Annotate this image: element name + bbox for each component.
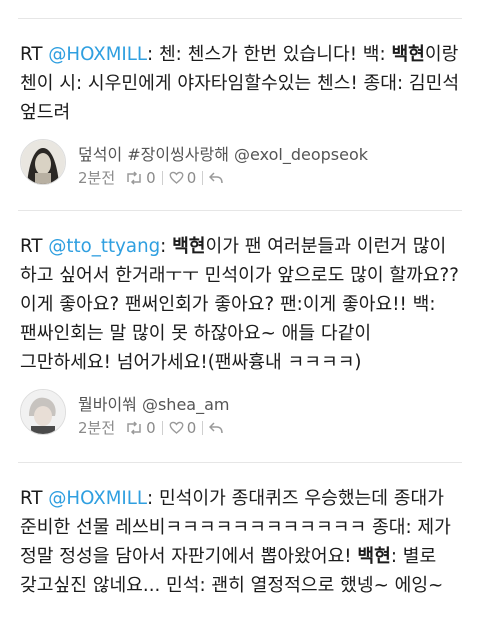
avatar[interactable] <box>20 139 66 185</box>
tweet-actions: 2분전 0 0 <box>78 167 232 188</box>
retweet-icon <box>127 420 141 435</box>
tweet-text: RT @HOXMILL: 첸: 첸스가 한번 있습니다! 백: 백현이랑 첸이 … <box>20 40 466 127</box>
retweet-count: 0 <box>146 418 156 437</box>
like-button[interactable]: 0 <box>169 418 197 437</box>
timeline-feed: RT @HOXMILL: 첸: 첸스가 한번 있습니다! 백: 백현이랑 첸이 … <box>0 0 480 636</box>
tweet-actions: 2분전 0 0 <box>78 417 232 438</box>
tweet-text: RT @HOXMILL: 민석이가 종대퀴즈 우승했는데 종대가 준비한 선물 … <box>20 484 466 600</box>
avatar[interactable] <box>20 389 66 435</box>
reply-icon <box>209 421 223 433</box>
tweet-text-part: : <box>160 236 173 257</box>
rt-label: RT <box>20 236 43 257</box>
retweet-button[interactable]: 0 <box>125 419 156 437</box>
divider <box>18 210 462 211</box>
tweet-item[interactable]: RT @tto_ttyang: 백현이가 팬 여러분들과 이런거 많이 하고 싶… <box>0 232 480 453</box>
like-button[interactable]: 0 <box>169 168 197 187</box>
bold-name: 백현 <box>391 44 425 65</box>
heart-icon <box>169 421 184 434</box>
retweet-button[interactable]: 0 <box>125 169 156 187</box>
mention-link[interactable]: @tto_ttyang <box>48 236 160 257</box>
bold-name: 백현 <box>357 546 391 567</box>
bold-name: 백현 <box>172 236 206 257</box>
tweet-text: RT @tto_ttyang: 백현이가 팬 여러분들과 이런거 많이 하고 싶… <box>20 232 466 377</box>
retweet-count: 0 <box>146 168 156 187</box>
separator <box>161 420 163 435</box>
rt-label: RT <box>20 488 43 509</box>
timestamp: 2분전 <box>78 169 116 187</box>
reply-button[interactable] <box>209 421 226 434</box>
tweet-text-part: : 첸: 첸스가 한번 있습니다! 백: <box>147 44 392 65</box>
like-count: 0 <box>186 168 197 187</box>
like-count: 0 <box>186 418 197 437</box>
mention-link[interactable]: @HOXMILL <box>48 488 147 509</box>
tweet-item[interactable]: RT @HOXMILL: 첸: 첸스가 한번 있습니다! 백: 백현이랑 첸이 … <box>0 40 480 203</box>
separator <box>202 170 204 185</box>
reply-icon <box>209 171 223 183</box>
retweet-icon <box>127 170 141 185</box>
reply-button[interactable] <box>209 171 226 184</box>
author-name[interactable]: 뭘바이쒀 @shea_am <box>78 391 229 415</box>
author-name[interactable]: 덮석이 #장이씽사랑해 @exol_deopseok <box>78 141 368 165</box>
tweet-item[interactable]: RT @HOXMILL: 민석이가 종대퀴즈 우승했는데 종대가 준비한 선물 … <box>0 484 480 600</box>
separator <box>161 170 163 185</box>
heart-icon <box>169 171 184 184</box>
divider <box>18 18 462 19</box>
divider <box>18 462 462 463</box>
separator <box>202 420 204 435</box>
mention-link[interactable]: @HOXMILL <box>48 44 147 65</box>
timestamp: 2분전 <box>78 419 116 437</box>
rt-label: RT <box>20 44 43 65</box>
